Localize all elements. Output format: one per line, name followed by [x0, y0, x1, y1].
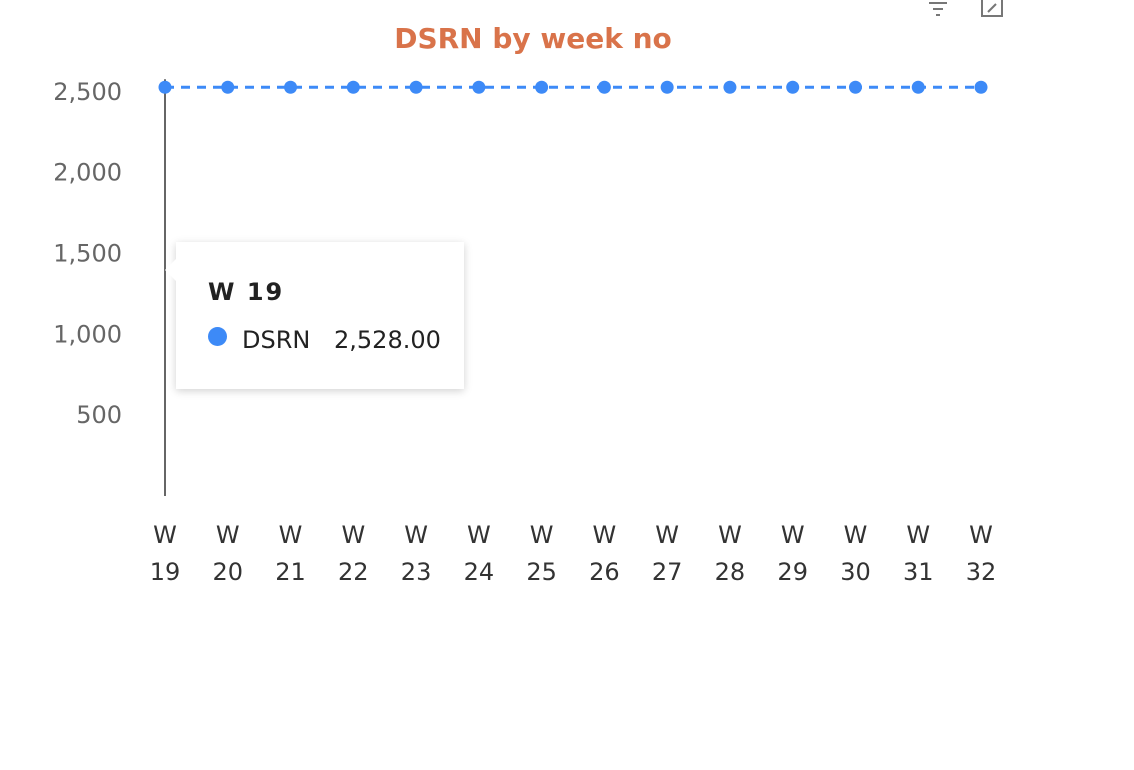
x-tick-label: W 24	[464, 521, 495, 586]
x-tick-label-line: 23	[401, 558, 432, 586]
data-point	[723, 80, 737, 94]
data-point	[284, 80, 298, 94]
y-tick-label: 1,000	[53, 320, 122, 348]
x-tick-label-line: W	[593, 521, 617, 549]
tooltip-series-dot	[208, 327, 227, 346]
data-point	[221, 80, 235, 94]
x-tick-label: W 27	[652, 521, 683, 586]
data-point	[848, 80, 862, 94]
x-tick-label-line: 30	[840, 558, 871, 586]
x-tick-label: W 25	[526, 521, 557, 586]
x-tick-label-line: W	[781, 521, 805, 549]
data-point	[535, 80, 549, 94]
x-tick-label-line: 20	[212, 558, 243, 586]
x-tick-label-line: W	[341, 521, 365, 549]
data-point	[346, 80, 360, 94]
line-chart: 500 1,000 1,500 2,000 2,500 W 19 W 20 W 21 W 22 W 23 W 2…	[53, 78, 997, 586]
x-tick-label-line: 28	[715, 558, 746, 586]
x-tick-label: W 22	[338, 521, 369, 586]
x-tick-label: W 26	[589, 521, 620, 586]
y-tick-label: 2,500	[53, 78, 122, 106]
x-tick-label-line: 32	[966, 558, 997, 586]
x-tick-label: W 19	[150, 521, 181, 586]
x-tick-label: W 29	[777, 521, 808, 586]
x-tick-label-line: 24	[464, 558, 495, 586]
y-tick-label: 1,500	[53, 239, 122, 267]
x-tick-label: W 28	[715, 521, 746, 586]
x-tick-label: W 21	[275, 521, 306, 586]
x-tick-label-line: 21	[275, 558, 306, 586]
tooltip-value: 2,528.00	[334, 326, 441, 354]
x-tick-label-line: 25	[526, 558, 557, 586]
data-point	[472, 80, 486, 94]
x-tick-label-line: 19	[150, 558, 181, 586]
x-tick-label-line: 29	[777, 558, 808, 586]
tooltip-arrow	[165, 258, 177, 282]
x-tick-label-line: 22	[338, 558, 369, 586]
x-tick-label-line: W	[655, 521, 679, 549]
x-tick-label-line: 26	[589, 558, 620, 586]
data-point	[786, 80, 800, 94]
data-point	[911, 80, 925, 94]
y-tick-label: 500	[76, 401, 122, 429]
x-tick-label-line: W	[844, 521, 868, 549]
x-tick-label-line: W	[404, 521, 428, 549]
x-tick-label: W 31	[903, 521, 934, 586]
data-point	[660, 80, 674, 94]
data-point	[158, 80, 172, 94]
y-tick-label: 2,000	[53, 159, 122, 187]
x-tick-label: W 23	[401, 521, 432, 586]
x-tick-label-line: W	[279, 521, 303, 549]
tooltip-title: W 19	[208, 278, 285, 306]
x-tick-label-line: W	[467, 521, 491, 549]
x-tick-label-line: W	[718, 521, 742, 549]
x-tick-label-line: 27	[652, 558, 683, 586]
data-point	[597, 80, 611, 94]
x-tick-label: W 30	[840, 521, 871, 586]
x-tick-label-line: W	[969, 521, 993, 549]
x-tick-label-line: W	[216, 521, 240, 549]
x-tick-label: W 20	[212, 521, 243, 586]
x-tick-label-line: W	[530, 521, 554, 549]
x-tick-label: W 32	[966, 521, 997, 586]
data-point	[409, 80, 423, 94]
tooltip: W 19 DSRN 2,528.00	[165, 242, 464, 389]
tooltip-series-name: DSRN	[242, 326, 311, 354]
x-tick-label-line: 31	[903, 558, 934, 586]
x-tick-label-line: W	[153, 521, 177, 549]
x-tick-label-line: W	[906, 521, 930, 549]
data-point	[974, 80, 988, 94]
